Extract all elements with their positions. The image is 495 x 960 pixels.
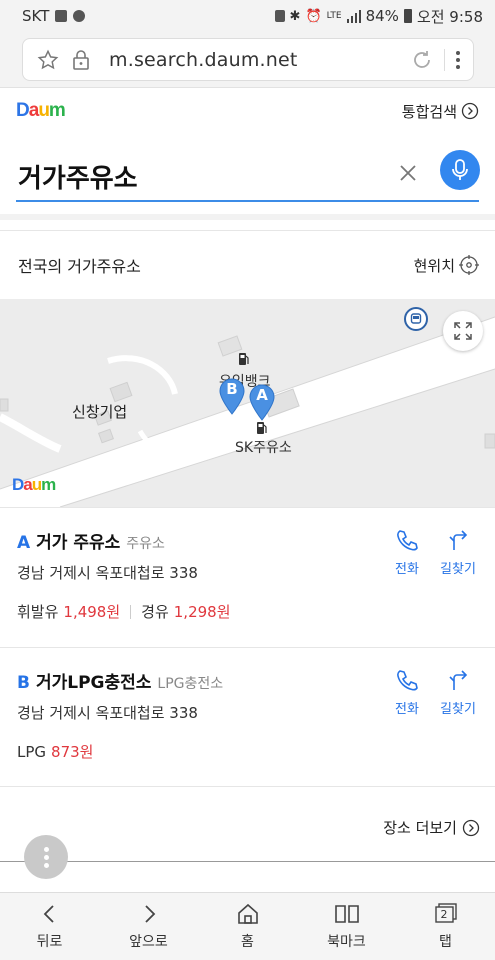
address-bar[interactable]: m.search.daum.net bbox=[22, 38, 474, 81]
phone-icon bbox=[397, 670, 418, 691]
browser-toolbar: m.search.daum.net bbox=[0, 32, 495, 88]
daum-header: Daum 통합검색 bbox=[0, 88, 495, 134]
chevron-right-circle-icon bbox=[462, 819, 480, 836]
search-area: 거가주유소 bbox=[0, 134, 495, 220]
map-marker-b[interactable]: B bbox=[218, 377, 246, 415]
result-title[interactable]: B 거가LPG충전소 LPG충전소 bbox=[17, 668, 223, 693]
map-label-company[interactable]: 신창기업 bbox=[72, 401, 127, 422]
url-text[interactable]: m.search.daum.net bbox=[109, 49, 298, 71]
microphone-icon bbox=[452, 159, 468, 180]
browser-bottom-nav: 뒤로 앞으로 홈 북마크 2 탭 bbox=[0, 892, 495, 960]
home-button[interactable]: 홈 bbox=[198, 893, 297, 960]
home-icon bbox=[237, 903, 258, 924]
fullscreen-icon bbox=[454, 322, 472, 340]
chevron-right-circle-icon bbox=[461, 102, 479, 120]
result-address: 경남 거제시 옥포대첩로 338 bbox=[17, 704, 198, 722]
battery-percent: 84% bbox=[365, 7, 399, 25]
more-places-button[interactable]: 장소 더보기 bbox=[383, 817, 480, 838]
phone-icon bbox=[397, 530, 418, 551]
divider bbox=[444, 48, 445, 71]
local-results-section: 전국의 거가주유소 현위치 우임뱅크 신창기업 SK주유소 B A Daum A… bbox=[0, 230, 495, 790]
lock-icon bbox=[274, 10, 285, 22]
bookmark-button[interactable]: 북마크 bbox=[297, 893, 396, 960]
signal-icon bbox=[346, 9, 361, 23]
directions-button[interactable]: 길찾기 bbox=[436, 528, 480, 577]
current-location-button[interactable]: 현위치 bbox=[414, 255, 479, 276]
lock-icon bbox=[71, 49, 91, 71]
status-bar: SKT ✱ ⏰ LTE 84% 오전 9:58 bbox=[0, 0, 495, 32]
more-menu-icon[interactable] bbox=[455, 50, 461, 70]
result-address: 경남 거제시 옥포대첩로 338 bbox=[17, 564, 198, 582]
dot bbox=[43, 854, 49, 860]
map-view[interactable]: 우임뱅크 신창기업 SK주유소 B A Daum bbox=[0, 299, 495, 507]
voice-search-button[interactable] bbox=[440, 150, 480, 190]
divider bbox=[130, 604, 132, 619]
search-input[interactable]: 거가주유소 bbox=[0, 134, 495, 214]
chevron-right-icon bbox=[144, 904, 155, 923]
network-label: LTE bbox=[326, 11, 342, 21]
directions-icon bbox=[449, 530, 468, 550]
price-list: 휘발유 1,498원 경유 1,298원 bbox=[17, 603, 231, 621]
tabs-icon: 2 bbox=[434, 902, 458, 925]
back-button[interactable]: 뒤로 bbox=[0, 893, 99, 960]
chevron-left-icon bbox=[43, 904, 54, 923]
daum-logo[interactable]: Daum bbox=[16, 100, 66, 122]
call-button[interactable]: 전화 bbox=[385, 528, 429, 577]
divider bbox=[0, 861, 495, 862]
section-header: 전국의 거가주유소 현위치 bbox=[0, 231, 495, 299]
floating-menu-button[interactable] bbox=[24, 835, 68, 879]
carrier-label: SKT bbox=[22, 7, 50, 25]
directions-icon bbox=[449, 670, 468, 690]
map-label-station[interactable]: SK주유소 bbox=[235, 437, 292, 457]
more-places-area: 장소 더보기 bbox=[0, 786, 495, 866]
price-list: LPG 873원 bbox=[17, 742, 94, 762]
clear-icon[interactable] bbox=[397, 162, 419, 188]
result-item[interactable]: B 거가LPG충전소 LPG충전소 경남 거제시 옥포대첩로 338 LPG 8… bbox=[0, 647, 495, 777]
dot bbox=[43, 862, 49, 868]
tabs-button[interactable]: 2 탭 bbox=[396, 893, 495, 960]
bluetooth-icon: ✱ bbox=[289, 8, 301, 24]
clock: 오전 9:58 bbox=[416, 7, 483, 26]
search-query[interactable]: 거가주유소 bbox=[18, 158, 138, 195]
map-marker-a[interactable]: A bbox=[248, 383, 276, 421]
forward-button[interactable]: 앞으로 bbox=[99, 893, 198, 960]
unified-search-link[interactable]: 통합검색 bbox=[402, 101, 479, 122]
talk-notification-icon bbox=[73, 10, 86, 22]
reload-icon[interactable] bbox=[410, 48, 434, 72]
gas-pump-icon bbox=[238, 352, 250, 370]
expand-map-button[interactable] bbox=[443, 311, 483, 351]
result-item[interactable]: A 거가 주유소 주유소 경남 거제시 옥포대첩로 338 휘발유 1,498원… bbox=[0, 507, 495, 637]
search-underline bbox=[16, 200, 479, 202]
dot bbox=[43, 846, 49, 852]
call-button[interactable]: 전화 bbox=[385, 668, 429, 717]
bookmark-star-icon[interactable] bbox=[37, 49, 59, 71]
directions-button[interactable]: 길찾기 bbox=[436, 668, 480, 717]
bus-stop-icon[interactable] bbox=[404, 307, 428, 331]
map-daum-logo: Daum bbox=[12, 475, 56, 494]
crosshair-icon bbox=[459, 255, 479, 275]
gallery-notification-icon bbox=[55, 10, 68, 22]
alarm-icon: ⏰ bbox=[305, 8, 322, 24]
section-title: 전국의 거가주유소 bbox=[18, 257, 141, 276]
battery-icon bbox=[403, 9, 412, 23]
result-title[interactable]: A 거가 주유소 주유소 bbox=[17, 528, 165, 553]
book-icon bbox=[334, 904, 359, 923]
